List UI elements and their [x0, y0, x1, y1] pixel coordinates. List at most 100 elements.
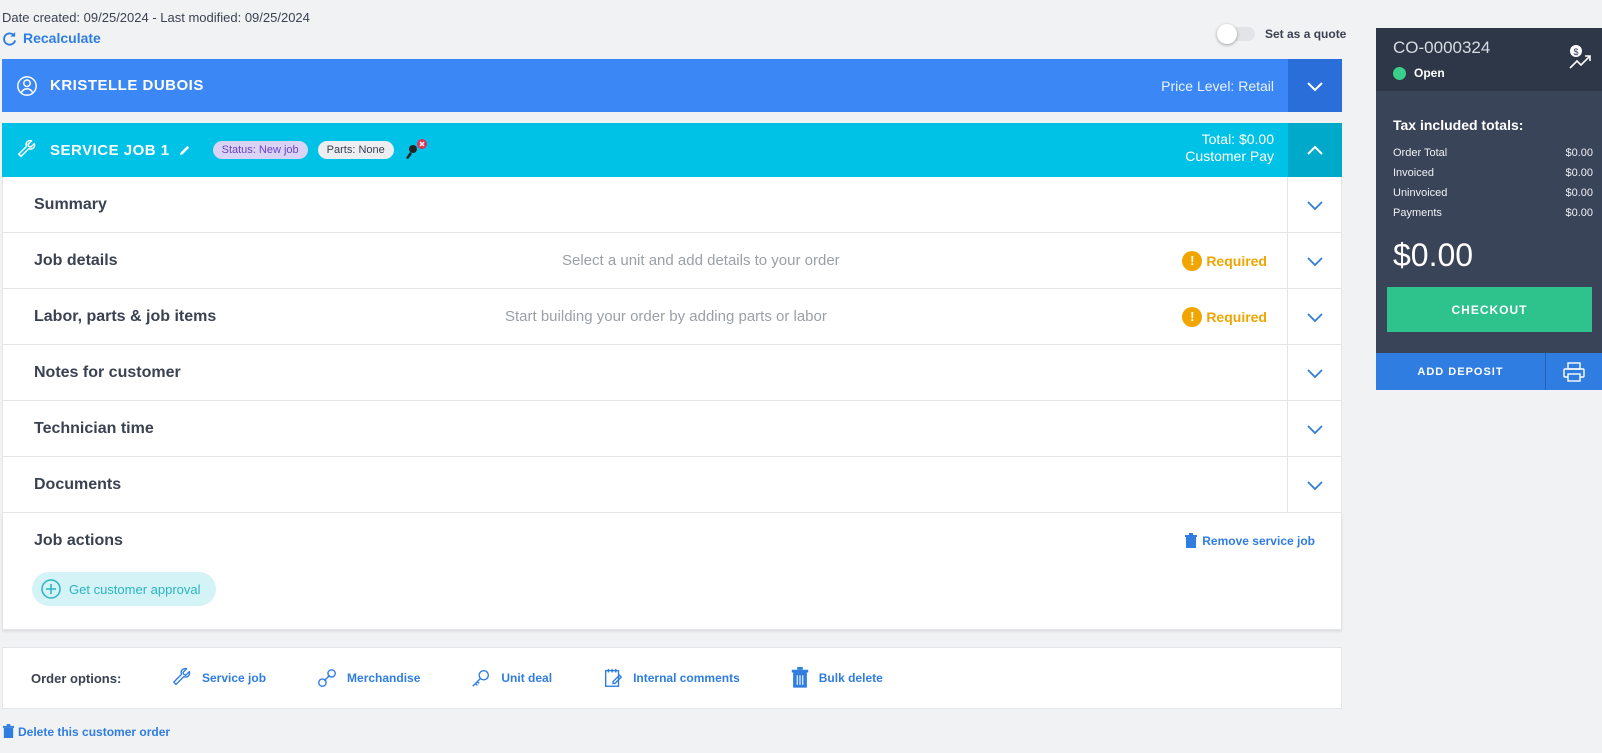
totals-title: Tax included totals:: [1393, 117, 1524, 133]
total-line: Order Total $0.00: [1393, 147, 1593, 159]
remove-service-job-link[interactable]: Remove service job: [1184, 533, 1315, 549]
chevron-down-icon: [1306, 200, 1323, 210]
order-options-label: Order options:: [31, 670, 122, 686]
recalculate-link[interactable]: Recalculate: [2, 30, 101, 46]
wrench-icon: [173, 667, 191, 686]
trash-icon: [1185, 533, 1198, 548]
parts-status-badge: Parts: None: [317, 141, 394, 159]
chevron-down-icon: [1306, 424, 1323, 434]
option-unit-deal[interactable]: Unit deal: [470, 667, 552, 689]
job-actions: Job actions Remove service job Get custo…: [2, 513, 1342, 630]
chevron-down-icon: [1306, 312, 1323, 322]
print-button[interactable]: [1546, 353, 1602, 390]
delete-customer-order-label: Delete this customer order: [18, 724, 171, 739]
expand-button[interactable]: [1287, 289, 1341, 344]
panel-header: CO-0000324 Open $: [1376, 28, 1602, 91]
chevron-down-icon: [1306, 256, 1323, 266]
user-icon: [17, 75, 37, 96]
option-service-job[interactable]: Service job: [171, 667, 266, 689]
key-missing-icon: [404, 138, 428, 162]
price-level: Price Level: Retail: [1161, 77, 1274, 94]
chain-icon: [318, 669, 336, 687]
svg-text:$: $: [1573, 47, 1578, 57]
order-status-label: Open: [1414, 66, 1445, 80]
printer-icon: [1563, 361, 1585, 382]
section-technician-time[interactable]: Technician time: [3, 401, 1341, 457]
section-hint: Start building your order by adding part…: [505, 308, 827, 325]
service-job-bar[interactable]: SERVICE JOB 1 Status: New job Parts: Non…: [2, 123, 1342, 177]
edit-icon[interactable]: [178, 144, 191, 157]
job-sections: Summary Job details Select a unit and ad…: [2, 177, 1342, 513]
section-label: Notes for customer: [34, 363, 181, 381]
key-icon: [472, 669, 490, 687]
option-bulk-delete[interactable]: Bulk delete: [790, 667, 883, 689]
order-dates: Date created: 09/25/2024 - Last modified…: [2, 10, 310, 25]
order-summary-panel: CO-0000324 Open $ Tax included totals: O…: [1376, 28, 1602, 390]
recalculate-label: Recalculate: [23, 30, 101, 46]
section-label: Summary: [34, 195, 107, 213]
section-hint: Select a unit and add details to your or…: [562, 252, 840, 269]
refresh-icon: [3, 31, 17, 46]
job-totals: Total: $0.00 Customer Pay: [1185, 131, 1274, 165]
chevron-down-icon: [1307, 81, 1323, 91]
expand-button[interactable]: [1287, 233, 1341, 288]
required-badge: ! Required: [1182, 306, 1267, 327]
total-line: Payments $0.00: [1393, 207, 1593, 219]
trash-icon: [2, 724, 15, 738]
section-label: Technician time: [34, 419, 154, 437]
total-line: Invoiced $0.00: [1393, 167, 1593, 179]
order-main: KRISTELLE DUBOIS Price Level: Retail SER…: [2, 59, 1342, 630]
quote-toggle-label: Set as a quote: [1265, 27, 1347, 41]
job-pay-type: Customer Pay: [1185, 148, 1274, 164]
job-actions-label: Job actions: [34, 532, 123, 549]
section-label: Labor, parts & job items: [34, 307, 217, 325]
job-collapse-button[interactable]: [1288, 123, 1342, 177]
get-customer-approval-label: Get customer approval: [69, 581, 201, 597]
delete-customer-order-link[interactable]: Delete this customer order: [2, 724, 170, 739]
order-options: Order options: Service job Merchandise U…: [2, 647, 1342, 709]
expand-button[interactable]: [1287, 345, 1341, 400]
totals-lines: Order Total $0.00 Invoiced $0.00 Uninvoice…: [1393, 147, 1593, 227]
section-summary[interactable]: Summary: [3, 177, 1341, 233]
section-label: Documents: [34, 475, 122, 493]
panel-totals: Tax included totals: Order Total $0.00 In…: [1376, 91, 1602, 353]
section-label: Job details: [34, 251, 118, 269]
notepad-icon: [605, 668, 623, 687]
warning-icon: !: [1182, 306, 1203, 327]
job-title: SERVICE JOB 1: [50, 141, 170, 159]
job-total: Total: $0.00: [1201, 131, 1274, 147]
section-labor-parts[interactable]: Labor, parts & job items Start building …: [3, 289, 1341, 345]
wrench-icon: [18, 139, 36, 158]
grand-total: $0.00: [1393, 237, 1474, 273]
order-number: CO-0000324: [1393, 38, 1491, 57]
total-line: Uninvoiced $0.00: [1393, 187, 1593, 199]
job-status-badge: Status: New job: [212, 141, 308, 159]
section-documents[interactable]: Documents: [3, 457, 1341, 513]
remove-service-job-label: Remove service job: [1202, 534, 1315, 548]
plus-circle-icon: [41, 579, 61, 599]
warning-icon: !: [1182, 250, 1203, 271]
customer-bar[interactable]: KRISTELLE DUBOIS Price Level: Retail: [2, 59, 1342, 112]
price-trend-icon[interactable]: $: [1567, 44, 1593, 70]
quote-toggle-switch[interactable]: [1217, 24, 1255, 44]
add-deposit-button[interactable]: ADD DEPOSIT: [1376, 353, 1546, 390]
set-as-quote[interactable]: Set as a quote: [1217, 24, 1347, 44]
section-notes-for-customer[interactable]: Notes for customer: [3, 345, 1341, 401]
status-dot-icon: [1393, 66, 1406, 80]
option-internal-comments[interactable]: Internal comments: [602, 667, 740, 689]
chevron-down-icon: [1306, 368, 1323, 378]
panel-footer: ADD DEPOSIT: [1376, 353, 1602, 390]
customer-expand-button[interactable]: [1288, 59, 1342, 112]
expand-button[interactable]: [1287, 401, 1341, 456]
customer-name[interactable]: KRISTELLE DUBOIS: [50, 77, 204, 94]
chevron-up-icon: [1307, 145, 1323, 155]
get-customer-approval-button[interactable]: Get customer approval: [32, 572, 216, 606]
option-merchandise[interactable]: Merchandise: [316, 667, 420, 689]
expand-button[interactable]: [1287, 457, 1341, 512]
expand-button[interactable]: [1287, 177, 1341, 232]
checkout-button[interactable]: CHECKOUT: [1387, 287, 1592, 332]
chevron-down-icon: [1306, 480, 1323, 490]
order-status: Open: [1393, 66, 1445, 80]
section-job-details[interactable]: Job details Select a unit and add detail…: [3, 233, 1341, 289]
required-badge: ! Required: [1182, 250, 1267, 271]
